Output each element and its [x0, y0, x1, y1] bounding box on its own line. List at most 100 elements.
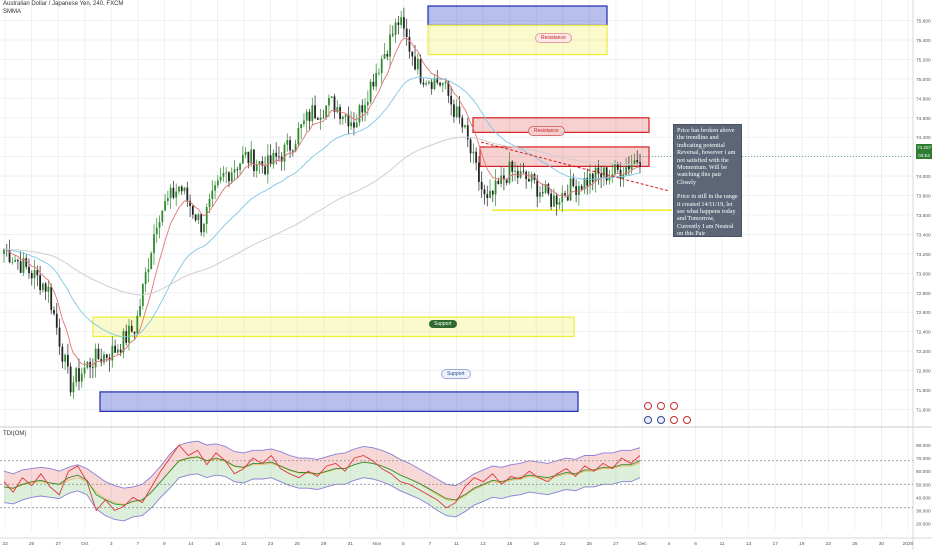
candle-body: [500, 175, 503, 184]
time-axis-tick-label: 19: [534, 541, 540, 547]
price-axis-tick-label: 75.400: [916, 38, 931, 44]
time-axis-tick-label: 29: [321, 541, 327, 547]
time-axis-tick-label: 23: [826, 541, 832, 547]
candle-body: [225, 172, 228, 174]
candle-body: [253, 149, 255, 172]
time-axis-tick-label: 25: [587, 541, 593, 547]
candle-body: [458, 106, 461, 118]
price-axis-tick-label: 75.600: [916, 19, 931, 25]
candle-body: [328, 97, 330, 106]
candle-body: [289, 140, 291, 151]
candle-body: [80, 373, 83, 382]
candle-body: [178, 186, 180, 192]
oscillator-axis-tick-label: 70.000: [916, 456, 931, 462]
candle-body: [72, 382, 75, 393]
candle-body: [86, 362, 89, 368]
candle-body: [55, 313, 58, 328]
price-axis-tick-label: 74.400: [916, 135, 931, 141]
candle-body: [428, 81, 430, 84]
candle-body: [275, 152, 278, 157]
candle-body: [508, 161, 511, 184]
time-axis-tick-label: 11: [454, 541, 459, 547]
time-axis-tick-label: 21: [560, 541, 566, 547]
candle-body: [541, 192, 544, 194]
candle-body: [450, 95, 453, 105]
candle-body: [166, 198, 169, 202]
support-label-top: Support: [429, 320, 457, 328]
candle-body: [397, 22, 400, 25]
price-axis-tick-label: 71.800: [916, 388, 931, 394]
candle-body: [547, 183, 550, 194]
candle-body: [172, 187, 175, 198]
time-axis-tick-label: 17: [773, 541, 779, 547]
event-flag-icon[interactable]: [657, 402, 665, 410]
candle-body: [361, 105, 364, 113]
time-axis-tick-label: 13: [480, 541, 486, 547]
event-flag-icon[interactable]: [683, 416, 691, 424]
event-flag-icon[interactable]: [644, 416, 652, 424]
price-axis-tick-label: 73.200: [916, 252, 931, 258]
time-axis-tick-label: Oct: [81, 541, 89, 547]
candle-body: [491, 190, 494, 195]
candle-body: [58, 327, 61, 347]
price-axis-tick-label: 72.200: [916, 349, 931, 355]
candle-body: [575, 186, 578, 195]
candle-body: [455, 106, 458, 117]
candle-body: [103, 354, 105, 363]
candle-body: [472, 151, 475, 154]
candle-body: [250, 149, 253, 164]
candle-body: [461, 117, 464, 128]
candle-body: [389, 34, 391, 57]
event-flag-icon[interactable]: [670, 402, 678, 410]
candle-body: [133, 331, 136, 334]
candle-body: [153, 234, 155, 254]
price-axis-tick-label: 75.200: [916, 57, 931, 63]
event-flag-icon[interactable]: [657, 416, 665, 424]
candle-body: [19, 261, 22, 273]
candle-body: [378, 72, 380, 74]
candle-body: [200, 214, 203, 233]
candle-body: [633, 160, 636, 165]
time-axis-tick-label: 15: [507, 541, 513, 547]
oscillator-axis-tick-label: 30.000: [916, 508, 931, 514]
candle-body: [469, 139, 472, 154]
candle-body: [255, 164, 258, 172]
price-axis-tick-label: 72.400: [916, 330, 931, 336]
candle-body: [75, 368, 78, 383]
candle-body: [536, 179, 539, 197]
candle-body: [605, 167, 608, 181]
candle-body: [30, 273, 33, 279]
price-chart-canvas[interactable]: 75.600 75.400 75.200 75.000 74.800 74.600 74.4…: [0, 0, 932, 550]
price-axis-tick-label: 72.800: [916, 291, 931, 297]
candle-body: [158, 221, 161, 228]
analysis-note[interactable]: Price has broken above the trendline and…: [673, 124, 742, 237]
candle-body: [341, 116, 344, 120]
candle-body: [116, 349, 119, 353]
event-flag-icon[interactable]: [644, 402, 652, 410]
candle-body: [530, 173, 533, 182]
time-axis-tick-label: 7: [136, 541, 139, 547]
candle-body: [616, 163, 619, 170]
price-axis-tick-label: 73.800: [916, 194, 931, 200]
candle-body: [591, 173, 594, 182]
event-flag-icon[interactable]: [670, 416, 678, 424]
candle-body: [183, 187, 186, 192]
zone-yellow-4: [92, 316, 575, 338]
candle-body: [478, 162, 480, 182]
candle-body: [522, 171, 525, 173]
candle-body: [614, 163, 616, 175]
candle-body: [558, 202, 561, 205]
candle-body: [375, 72, 378, 87]
time-axis-tick-label: 21: [241, 541, 247, 547]
candle-body: [128, 325, 130, 343]
candle-body: [33, 270, 36, 279]
candle-body: [303, 120, 305, 125]
price-axis-tick-label: 74.800: [916, 96, 931, 102]
candle-body: [444, 81, 447, 84]
candle-body: [239, 163, 241, 170]
candle-body: [425, 83, 428, 85]
candle-body: [97, 348, 100, 360]
candle-body: [16, 260, 19, 262]
candle-body: [580, 186, 583, 190]
candle-body: [372, 81, 375, 87]
